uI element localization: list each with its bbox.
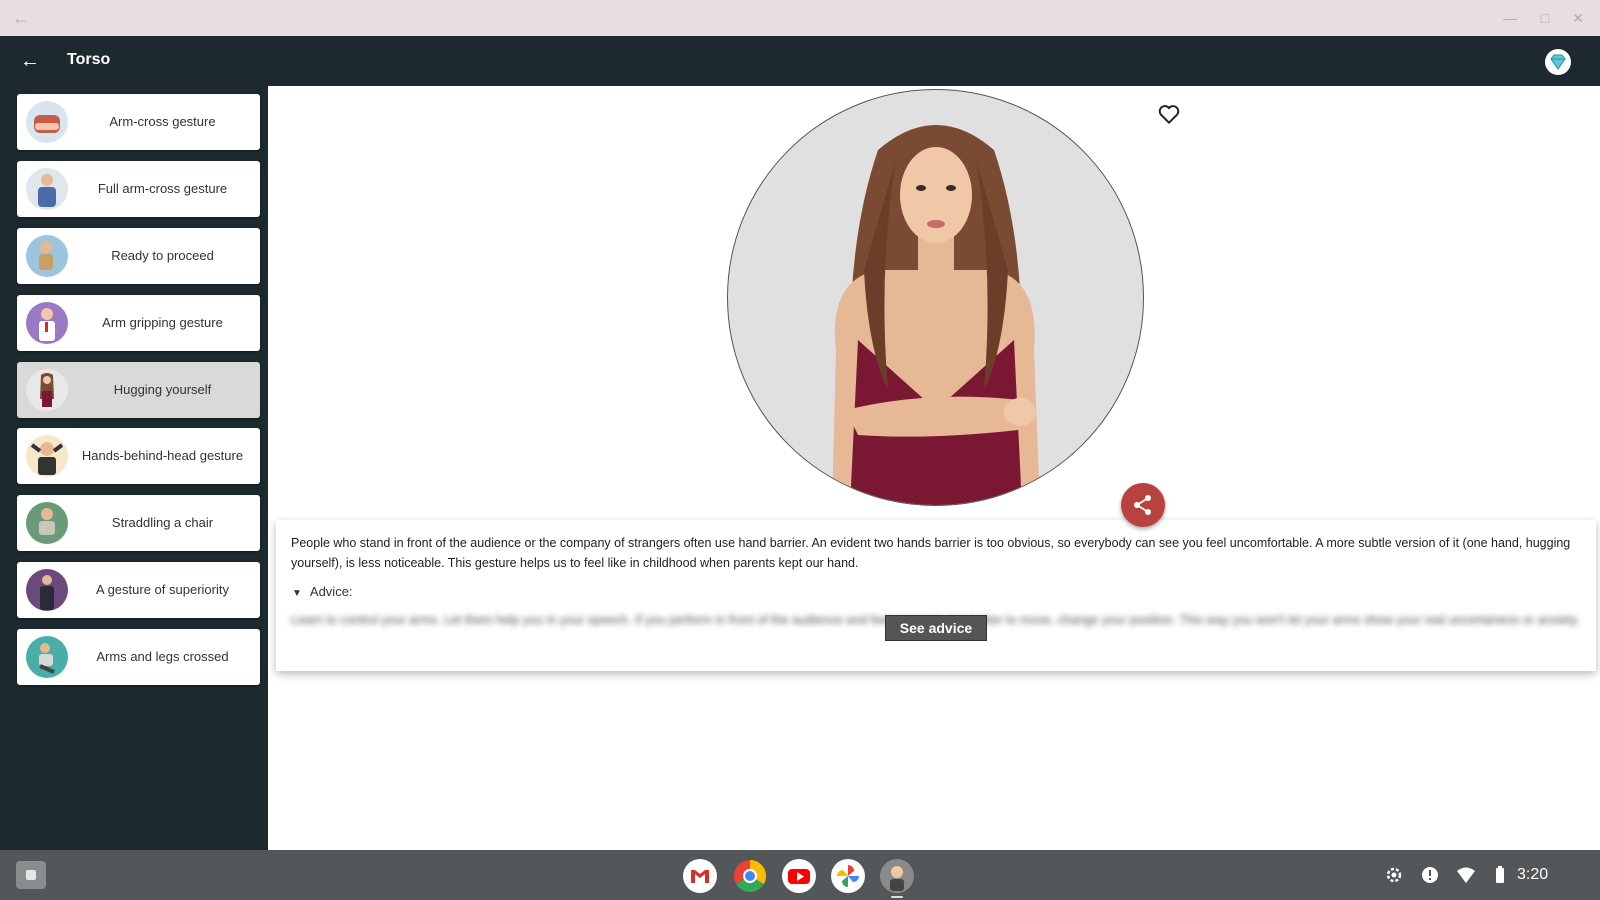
list-item-label: Arms and legs crossed: [96, 649, 229, 665]
share-button[interactable]: [1121, 483, 1165, 527]
active-app-indicator: [891, 896, 903, 898]
photos-icon[interactable]: [831, 859, 865, 893]
list-item-hands-behind-head[interactable]: Hands-behind-head gesture: [17, 428, 260, 484]
diamond-icon[interactable]: [1544, 48, 1572, 76]
list-item-label: Full arm-cross gesture: [97, 181, 228, 197]
gesture-thumbnail: [26, 101, 68, 143]
list-item-hugging-yourself[interactable]: Hugging yourself: [17, 362, 260, 418]
youtube-icon[interactable]: [782, 859, 816, 893]
body-language-app-icon[interactable]: [880, 859, 914, 893]
gesture-thumbnail: [26, 502, 68, 544]
minimize-icon[interactable]: —: [1500, 8, 1520, 28]
list-item-label: Ready to proceed: [111, 248, 214, 264]
list-item-arms-legs-crossed[interactable]: Arms and legs crossed: [17, 629, 260, 685]
list-item-label: A gesture of superiority: [96, 582, 229, 598]
list-item-label: Hands-behind-head gesture: [81, 448, 244, 464]
chrome-icon[interactable]: [733, 859, 767, 893]
triangle-down-icon: ▼: [292, 588, 302, 599]
share-icon: [1134, 495, 1151, 515]
list-item-full-arm-cross[interactable]: Full arm-cross gesture: [17, 161, 260, 217]
notification-icon[interactable]: [1420, 865, 1440, 885]
launcher-icon[interactable]: [16, 861, 46, 889]
maximize-icon[interactable]: □: [1535, 8, 1555, 28]
list-item-straddling-chair[interactable]: Straddling a chair: [17, 495, 260, 551]
back-arrow-icon[interactable]: ←: [18, 49, 42, 73]
gesture-list: Arm-cross gesture Full arm-cross gesture…: [0, 86, 268, 850]
gesture-thumbnail: [26, 369, 68, 411]
list-item-ready-to-proceed[interactable]: Ready to proceed: [17, 228, 260, 284]
heart-outline-icon[interactable]: [1156, 101, 1182, 127]
advice-toggle[interactable]: ▼ Advice:: [292, 584, 353, 599]
list-item-gesture-superiority[interactable]: A gesture of superiority: [17, 562, 260, 618]
gesture-description: People who stand in front of the audienc…: [291, 536, 1571, 570]
battery-icon[interactable]: [1490, 865, 1510, 885]
list-item-label: Arm-cross gesture: [109, 114, 216, 130]
window-titlebar: ← — □ ✕: [0, 0, 1600, 36]
page-title: Torso: [67, 51, 111, 68]
system-shelf: 3:20: [0, 850, 1600, 900]
window-back-icon[interactable]: ←: [10, 7, 32, 29]
settings-icon[interactable]: [1384, 865, 1404, 885]
description-card: People who stand in front of the audienc…: [276, 520, 1596, 671]
gmail-icon[interactable]: [683, 859, 717, 893]
list-item-arm-cross[interactable]: Arm-cross gesture: [17, 94, 260, 150]
gesture-thumbnail: [26, 302, 68, 344]
app-bar: ← Torso: [0, 36, 1600, 86]
wifi-icon[interactable]: [1456, 865, 1476, 885]
gesture-thumbnail: [26, 235, 68, 277]
see-advice-button[interactable]: See advice: [885, 615, 987, 641]
gesture-thumbnail: [26, 636, 68, 678]
list-item-arm-gripping[interactable]: Arm gripping gesture: [17, 295, 260, 351]
advice-label: Advice:: [309, 584, 353, 599]
gesture-thumbnail: [26, 569, 68, 611]
gesture-thumbnail: [26, 168, 68, 210]
gesture-thumbnail: [26, 435, 68, 477]
list-item-label: Straddling a chair: [111, 515, 214, 531]
list-item-label: Hugging yourself: [113, 382, 212, 398]
gesture-illustration: [727, 89, 1144, 506]
close-icon[interactable]: ✕: [1568, 8, 1588, 28]
list-item-label: Arm gripping gesture: [102, 315, 223, 331]
clock-time[interactable]: 3:20: [1517, 866, 1548, 884]
